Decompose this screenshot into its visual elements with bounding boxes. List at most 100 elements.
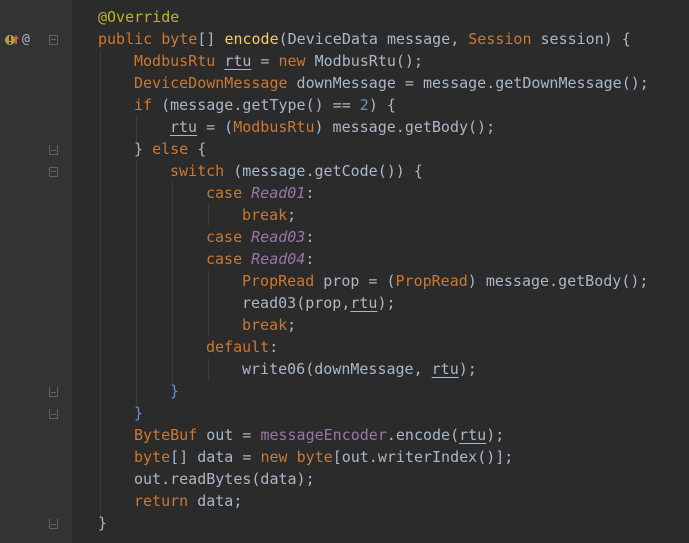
method-call: readBytes	[170, 470, 252, 488]
code-line[interactable]: read03(prop,rtu);	[242, 292, 396, 314]
code-text: ();	[621, 74, 649, 92]
code-line[interactable]: }	[134, 402, 143, 424]
code-line[interactable]: PropRead prop = (PropRead) message.getBo…	[242, 270, 648, 292]
code-line[interactable]: case Read03:	[206, 226, 314, 248]
indent-guide	[172, 182, 173, 386]
code-line[interactable]: } else {	[134, 138, 206, 160]
keyword: case	[206, 250, 243, 268]
code-text: :	[305, 184, 315, 202]
code-text: );	[486, 426, 505, 444]
type-name: PropRead	[242, 272, 315, 290]
keyword: else	[152, 140, 189, 158]
fold-marker-icon[interactable]	[49, 387, 58, 397]
editor-gutter: @	[0, 0, 72, 543]
type-name: PropRead	[395, 272, 468, 290]
override-annotation-icon[interactable]: @	[22, 32, 30, 48]
code-line[interactable]: switch (message.getCode()) {	[170, 160, 423, 182]
code-text: :	[305, 250, 315, 268]
method-call: getType	[242, 96, 306, 114]
code-line[interactable]: break;	[242, 314, 296, 336]
code-text: [out.	[332, 448, 378, 466]
code-text: ();	[621, 272, 649, 290]
code-text: ) message.	[467, 272, 559, 290]
code-text: (message.	[152, 96, 243, 114]
type-name: Session	[468, 30, 532, 48]
code-line[interactable]: @Override	[98, 6, 179, 28]
method-call: writerIndex	[377, 448, 478, 466]
code-text: (prop,	[296, 294, 351, 312]
keyword: break	[242, 316, 288, 334]
method-name: encode	[224, 30, 279, 48]
code-line[interactable]: default:	[206, 336, 278, 358]
code-line[interactable]: }	[98, 512, 107, 534]
code-text: ModbusRtu	[305, 52, 396, 70]
keyword: public byte	[98, 30, 198, 48]
code-line[interactable]: out.readBytes(data);	[134, 468, 315, 490]
code-line[interactable]: DeviceDownMessage downMessage = message.…	[134, 72, 649, 94]
code-line[interactable]: write06(downMessage, rtu);	[242, 358, 477, 380]
code-text: = (	[197, 118, 234, 136]
fold-marker-icon[interactable]	[49, 519, 58, 529]
code-text: =	[251, 52, 279, 70]
code-text: ();	[468, 118, 496, 136]
annotation: @Override	[98, 8, 180, 26]
fold-marker-icon[interactable]	[49, 145, 58, 155]
code-text: ;	[287, 316, 297, 334]
code-line[interactable]: ByteBuf out = messageEncoder.encode(rtu)…	[134, 424, 504, 446]
indent-guide	[100, 50, 101, 520]
type-name: DeviceDownMessage	[134, 74, 288, 92]
code-text: :	[269, 338, 279, 356]
indent-guide	[208, 204, 209, 226]
keyword: case	[206, 184, 243, 202]
code-line[interactable]: if (message.getType() == 2) {	[134, 94, 396, 116]
code-text: );	[458, 360, 477, 378]
code-line[interactable]: ModbusRtu rtu = new ModbusRtu();	[134, 50, 423, 72]
code-text: () ==	[305, 96, 360, 114]
constant: Read03	[251, 228, 306, 246]
code-line[interactable]: public byte[] encode(DeviceData message,…	[98, 28, 631, 50]
code-text: prop = (	[314, 272, 396, 290]
type-name: ModbusRtu	[134, 52, 216, 70]
keyword: default	[206, 338, 270, 356]
keyword: byte	[296, 448, 333, 466]
code-line[interactable]: case Read04:	[206, 248, 314, 270]
type-name: ByteBuf	[134, 426, 198, 444]
code-line[interactable]: byte[] data = new byte[out.writerIndex()…	[134, 446, 513, 468]
keyword: return	[134, 492, 189, 510]
code-text: :	[305, 228, 315, 246]
code-line[interactable]: case Read01:	[206, 182, 314, 204]
code-line[interactable]: rtu = (ModbusRtu) message.getBody();	[170, 116, 495, 138]
method-call: write06	[242, 360, 306, 378]
fold-marker-icon[interactable]	[49, 409, 58, 419]
code-text: ) {	[368, 96, 396, 114]
code-line[interactable]: return data;	[134, 490, 242, 512]
code-line[interactable]: }	[170, 380, 179, 402]
fold-marker-icon[interactable]	[49, 167, 58, 177]
constant: Read01	[251, 184, 306, 202]
implements-method-icon[interactable]	[4, 32, 20, 53]
keyword: switch	[170, 162, 225, 180]
code-line[interactable]: break;	[242, 204, 296, 226]
code-text: (DeviceData message,	[278, 30, 469, 48]
code-text: ) message.	[314, 118, 405, 136]
code-text: ()) {	[377, 162, 423, 180]
code-text: ();	[395, 52, 423, 70]
method-call: getBody	[558, 272, 622, 290]
number-literal: 2	[359, 96, 369, 114]
code-text: );	[377, 294, 396, 312]
keyword: new	[278, 52, 306, 70]
indent-guide	[136, 160, 137, 408]
code-text: }	[134, 140, 153, 158]
keyword: byte	[134, 448, 171, 466]
code-text: []	[197, 30, 225, 48]
fold-marker-icon[interactable]	[49, 35, 58, 45]
method-call: getBody	[404, 118, 469, 136]
variable-rtu: rtu	[224, 52, 252, 70]
code-text: out.	[134, 470, 171, 488]
closing-brace: }	[98, 514, 108, 532]
method-call: encode	[395, 426, 451, 444]
